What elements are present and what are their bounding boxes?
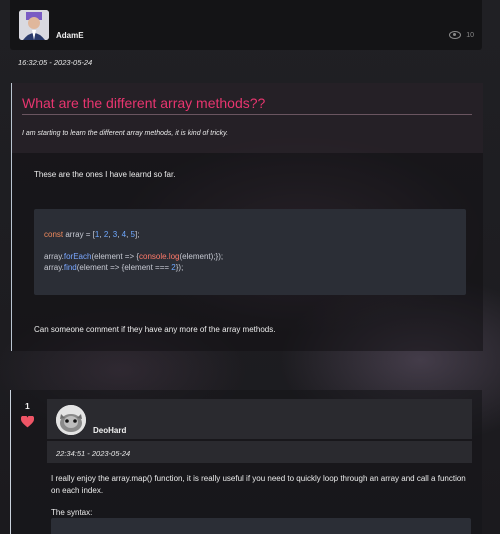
view-count-value: 10 [466,31,474,39]
answer-header: DeoHard [47,399,472,439]
question-title: What are the different array methods?? [22,95,266,111]
answer-syntax-label: The syntax: [51,508,93,517]
answer-text: I really enjoy the array.map() function,… [51,474,466,495]
question-card: What are the different array methods?? I… [11,83,483,351]
post-header: AdamE 10 [10,0,482,50]
question-title-box: What are the different array methods?? I… [12,83,483,153]
answerer-name[interactable]: DeoHard [93,426,126,435]
answerer-avatar[interactable] [56,405,86,435]
heart-icon[interactable] [21,416,34,428]
view-count: 10 [449,31,474,39]
code-line-2: array.forEach(element => {console.log(el… [44,252,224,261]
code-line-3: array.find(element => {element === 2}); [44,263,184,272]
title-divider [22,114,472,115]
question-intro-text: These are the ones I have learnd so far. [34,170,176,179]
answer-code-block [51,518,471,534]
answer-card: 1 DeoHard 22:34:51 - 2023-05-24 I really… [10,390,482,534]
post-timestamp: 16:32:05 - 2023-05-24 [18,58,93,67]
author-name[interactable]: AdamE [56,31,84,40]
code-line-1: const array = [1, 2, 3, 4, 5]; [44,230,140,239]
question-subtitle: I am starting to learn the different arr… [22,130,229,137]
code-block: const array = [1, 2, 3, 4, 5]; array.for… [34,209,466,295]
question-outro-text: Can someone comment if they have any mor… [34,325,276,334]
vote-count: 1 [25,401,30,411]
answer-timestamp: 22:34:51 - 2023-05-24 [56,449,131,458]
question-body: These are the ones I have learnd so far.… [12,153,483,351]
answer-timestamp-box: 22:34:51 - 2023-05-24 [47,441,472,463]
author-avatar[interactable] [19,10,49,40]
eye-icon [449,31,462,39]
